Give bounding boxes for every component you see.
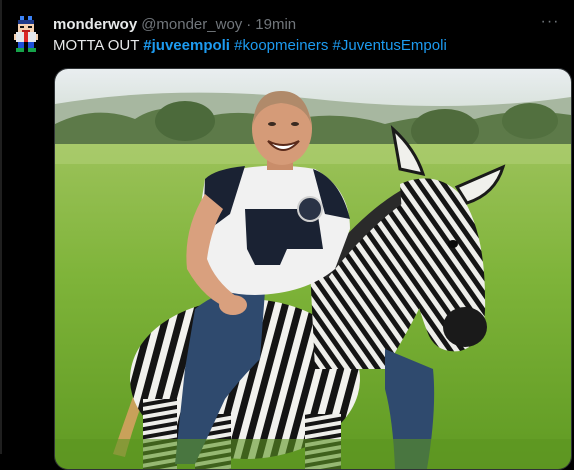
- more-options-button[interactable]: ···: [540, 12, 560, 32]
- more-dots-icon: ···: [540, 13, 560, 30]
- hashtag-link[interactable]: #juveempoli: [143, 37, 230, 54]
- tweet-header: monderwoy @monder_woy · 19min: [53, 14, 296, 34]
- timestamp[interactable]: 19min: [255, 16, 296, 33]
- display-name[interactable]: monderwoy: [53, 16, 137, 33]
- hashtag-link[interactable]: #JuventusEmpoli: [333, 37, 447, 54]
- separator-dot: ·: [246, 15, 252, 33]
- tweet-text: MOTTA OUT #juveempoli #koopmeiners #Juve…: [53, 37, 447, 54]
- avatar[interactable]: [12, 16, 40, 52]
- thread-divider: [0, 0, 2, 454]
- hashtag-link[interactable]: #koopmeiners: [234, 37, 328, 54]
- tweet-card[interactable]: monderwoy @monder_woy · 19min ··· MOTTA …: [0, 0, 574, 470]
- pixel-avatar-icon: [14, 16, 38, 52]
- tweet-text-plain: MOTTA OUT: [53, 37, 144, 54]
- user-handle[interactable]: @monder_woy: [141, 16, 242, 33]
- tweet-media-image[interactable]: [54, 68, 572, 470]
- media-photo: [55, 69, 571, 469]
